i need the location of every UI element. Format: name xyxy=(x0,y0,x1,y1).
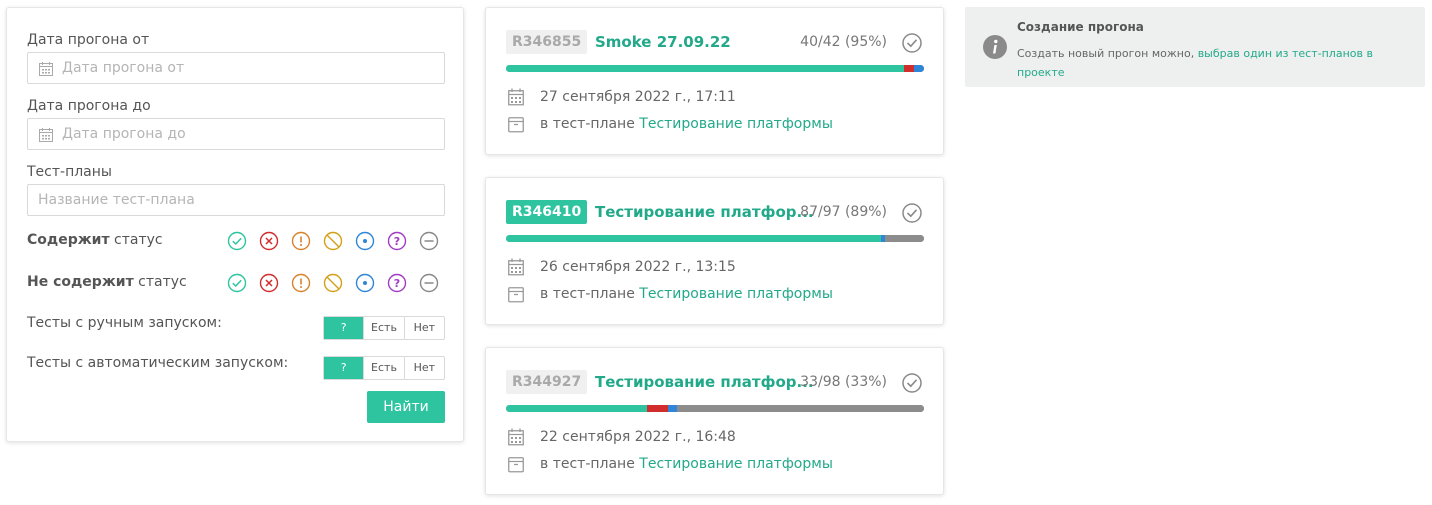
calendar-icon xyxy=(39,62,53,76)
run-plan-prefix: в тест-плане xyxy=(540,286,640,302)
contains-status-label: Содержит статус xyxy=(27,232,163,248)
run-plan-link[interactable]: Тестирование платформы xyxy=(639,116,833,132)
completed-check-icon xyxy=(902,203,922,223)
progress-segment-in-progress xyxy=(668,405,677,412)
calendar-icon xyxy=(508,258,524,276)
test-plans-input[interactable]: Название тест-плана xyxy=(27,184,445,216)
run-date: 22 сентября 2022 г., 16:48 xyxy=(540,429,736,445)
box-icon xyxy=(508,287,524,303)
progress-segment-passed xyxy=(506,235,881,242)
completed-check-icon xyxy=(902,33,922,53)
box-icon xyxy=(508,117,524,133)
in-progress-icon[interactable] xyxy=(355,231,375,251)
run-name-link[interactable]: Тестирование платфор... xyxy=(595,200,814,224)
date-to-label: Дата прогона до xyxy=(27,98,151,114)
date-from-label: Дата прогона от xyxy=(27,32,150,48)
run-card[interactable]: R346855 Smoke 27.09.22 40/42 (95%) 27 се… xyxy=(485,7,944,155)
info-title: Создание прогона xyxy=(1017,20,1144,34)
progress-segment-failed xyxy=(646,405,669,412)
manual-no-option[interactable]: Нет xyxy=(403,317,444,339)
manual-tests-label: Тесты с ручным запуском: xyxy=(27,315,222,331)
date-to-placeholder: Дата прогона до xyxy=(62,126,186,142)
progress-segment-failed xyxy=(903,65,914,72)
create-run-info-box: Создание прогона Создать новый прогон мо… xyxy=(965,7,1425,87)
run-name-link[interactable]: Тестирование платфор... xyxy=(595,370,814,394)
info-text: Создать новый прогон можно, выбрав один … xyxy=(1017,47,1373,79)
warning-icon[interactable] xyxy=(291,273,311,293)
run-plan-link[interactable]: Тестирование платформы xyxy=(639,456,833,472)
progress-segment-untested xyxy=(676,405,924,412)
failed-icon[interactable] xyxy=(259,231,279,251)
completed-check-icon xyxy=(902,373,922,393)
progress-segment-passed xyxy=(506,405,647,412)
auto-any-option[interactable]: ? xyxy=(324,357,364,379)
contains-status-row: Содержит статус ? xyxy=(27,231,447,255)
run-card[interactable]: R346410 Тестирование платфор... 87/97 (8… xyxy=(485,177,944,325)
run-name-link[interactable]: Smoke 27.09.22 xyxy=(595,30,731,54)
date-to-input[interactable]: Дата прогона до xyxy=(27,118,445,150)
find-button[interactable]: Найти xyxy=(367,391,445,423)
calendar-icon xyxy=(508,428,524,446)
test-plans-label: Тест-планы xyxy=(27,164,112,180)
svg-text:?: ? xyxy=(394,277,400,290)
run-progress-bar xyxy=(506,405,924,412)
unknown-icon[interactable]: ? xyxy=(387,273,407,293)
run-stats: 33/98 (33%) xyxy=(800,374,887,390)
manual-yes-option[interactable]: Есть xyxy=(363,317,403,339)
run-plan-link[interactable]: Тестирование платформы xyxy=(639,286,833,302)
run-plan-prefix: в тест-плане xyxy=(540,456,640,472)
warning-icon[interactable] xyxy=(291,231,311,251)
run-card[interactable]: R344927 Тестирование платфор... 33/98 (3… xyxy=(485,347,944,495)
box-icon xyxy=(508,457,524,473)
run-id-badge[interactable]: R344927 xyxy=(506,370,588,394)
not-contains-status-row: Не содержит статус ? xyxy=(27,273,447,297)
date-from-placeholder: Дата прогона от xyxy=(62,60,185,76)
run-date: 26 сентября 2022 г., 13:15 xyxy=(540,259,736,275)
svg-text:?: ? xyxy=(394,235,400,248)
not-contains-status-label: Не содержит статус xyxy=(27,274,187,290)
in-progress-icon[interactable] xyxy=(355,273,375,293)
info-icon xyxy=(983,35,1007,59)
blocked-icon[interactable] xyxy=(323,273,343,293)
run-id-badge[interactable]: R346855 xyxy=(506,30,588,54)
run-progress-bar xyxy=(506,235,924,242)
auto-yes-option[interactable]: Есть xyxy=(363,357,403,379)
auto-tests-label: Тесты с автоматическим запуском: xyxy=(27,355,289,371)
filter-panel: Дата прогона от Дата прогона от Дата про… xyxy=(6,7,464,442)
test-plans-placeholder: Название тест-плана xyxy=(38,192,195,208)
passed-icon[interactable] xyxy=(227,231,247,251)
progress-segment-passed xyxy=(506,65,904,72)
skipped-icon[interactable] xyxy=(419,273,439,293)
run-stats: 40/42 (95%) xyxy=(800,34,887,50)
unknown-icon[interactable]: ? xyxy=(387,231,407,251)
date-from-input[interactable]: Дата прогона от xyxy=(27,52,445,84)
blocked-icon[interactable] xyxy=(323,231,343,251)
auto-tests-toggle: ? Есть Нет xyxy=(323,356,445,380)
progress-segment-in-progress xyxy=(913,65,924,72)
passed-icon[interactable] xyxy=(227,273,247,293)
auto-no-option[interactable]: Нет xyxy=(403,357,444,379)
calendar-icon xyxy=(39,128,53,142)
manual-any-option[interactable]: ? xyxy=(324,317,364,339)
run-plan-prefix: в тест-плане xyxy=(540,116,640,132)
run-stats: 87/97 (89%) xyxy=(800,204,887,220)
manual-tests-toggle: ? Есть Нет xyxy=(323,316,445,340)
run-id-badge[interactable]: R346410 xyxy=(506,200,588,224)
skipped-icon[interactable] xyxy=(419,231,439,251)
run-date: 27 сентября 2022 г., 17:11 xyxy=(540,89,736,105)
progress-segment-untested xyxy=(885,235,924,242)
calendar-icon xyxy=(508,88,524,106)
run-progress-bar xyxy=(506,65,924,72)
failed-icon[interactable] xyxy=(259,273,279,293)
